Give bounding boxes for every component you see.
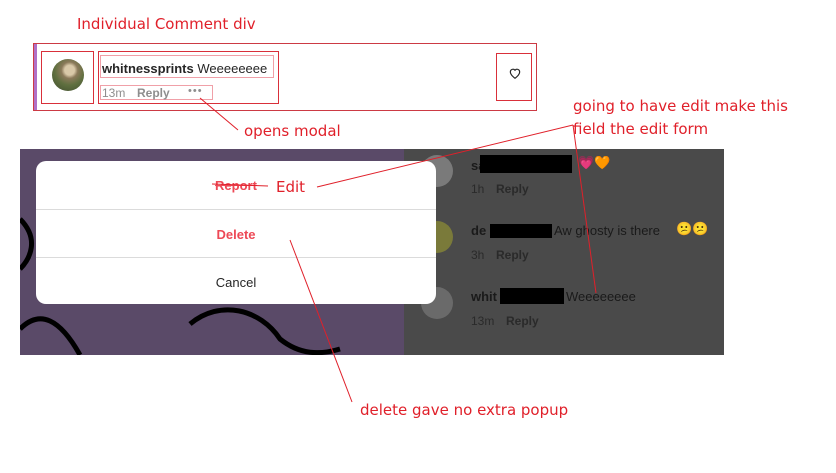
annotation-lines bbox=[199, 97, 597, 403]
